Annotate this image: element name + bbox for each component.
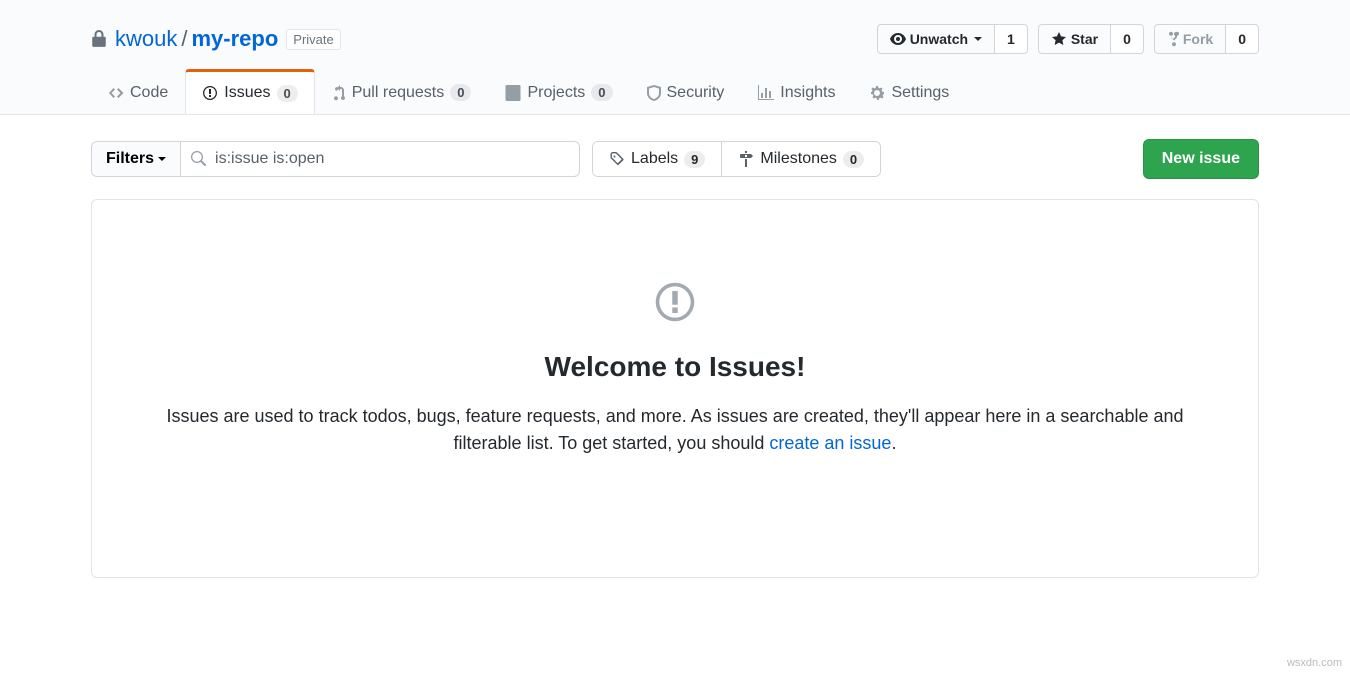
create-issue-link[interactable]: create an issue: [769, 433, 891, 453]
projects-count: 0: [591, 84, 612, 101]
project-icon: [505, 85, 521, 101]
labels-count: 9: [684, 151, 705, 168]
fork-button[interactable]: Fork: [1154, 24, 1226, 54]
visibility-badge: Private: [286, 29, 340, 50]
labels-link[interactable]: Labels 9: [593, 142, 721, 176]
repo-name-link[interactable]: my-repo: [191, 26, 278, 51]
milestone-icon: [738, 151, 754, 167]
watermark: wsxdn.com: [1287, 657, 1342, 669]
star-button[interactable]: Star: [1038, 24, 1111, 54]
pr-icon: [332, 85, 346, 101]
graph-icon: [758, 85, 774, 101]
caret-down-icon: [158, 157, 166, 161]
shield-icon: [647, 85, 661, 101]
repo-nav: Code Issues 0 Pull requests 0 Projects 0…: [91, 70, 1259, 114]
tab-projects[interactable]: Projects 0: [488, 70, 629, 114]
code-icon: [108, 85, 124, 101]
eye-icon: [890, 31, 906, 47]
fork-icon: [1167, 31, 1179, 47]
star-count[interactable]: 0: [1111, 24, 1144, 54]
blankslate-body: Issues are used to track todos, bugs, fe…: [132, 403, 1218, 457]
tab-settings[interactable]: Settings: [852, 70, 966, 114]
issues-blankslate: Welcome to Issues! Issues are used to tr…: [91, 199, 1259, 578]
filters-button[interactable]: Filters: [91, 141, 180, 177]
repo-actions: Unwatch 1 Star 0 Fork: [877, 24, 1259, 54]
issue-opened-icon: [653, 280, 697, 324]
star-icon: [1051, 31, 1067, 47]
tab-security[interactable]: Security: [630, 70, 742, 114]
caret-down-icon: [974, 37, 982, 41]
issues-count: 0: [277, 85, 298, 102]
issue-icon: [202, 85, 218, 101]
milestones-count: 0: [843, 151, 864, 168]
new-issue-button[interactable]: New issue: [1143, 139, 1259, 179]
blankslate-title: Welcome to Issues!: [132, 351, 1218, 383]
tab-pull-requests[interactable]: Pull requests 0: [315, 70, 489, 114]
pr-count: 0: [450, 84, 471, 101]
repo-owner-link[interactable]: kwouk: [115, 26, 177, 52]
unwatch-button[interactable]: Unwatch: [877, 24, 995, 54]
tab-insights[interactable]: Insights: [741, 70, 852, 114]
fork-count[interactable]: 0: [1226, 24, 1259, 54]
tab-issues[interactable]: Issues 0: [185, 69, 314, 114]
search-icon: [190, 151, 206, 167]
repo-title: kwouk / my-repo Private: [91, 26, 341, 52]
lock-icon: [91, 30, 107, 48]
search-input[interactable]: [180, 141, 580, 177]
watch-count[interactable]: 1: [995, 24, 1028, 54]
tag-icon: [609, 151, 625, 167]
tab-code[interactable]: Code: [91, 70, 185, 114]
milestones-link[interactable]: Milestones 0: [721, 142, 880, 176]
gear-icon: [869, 85, 885, 101]
